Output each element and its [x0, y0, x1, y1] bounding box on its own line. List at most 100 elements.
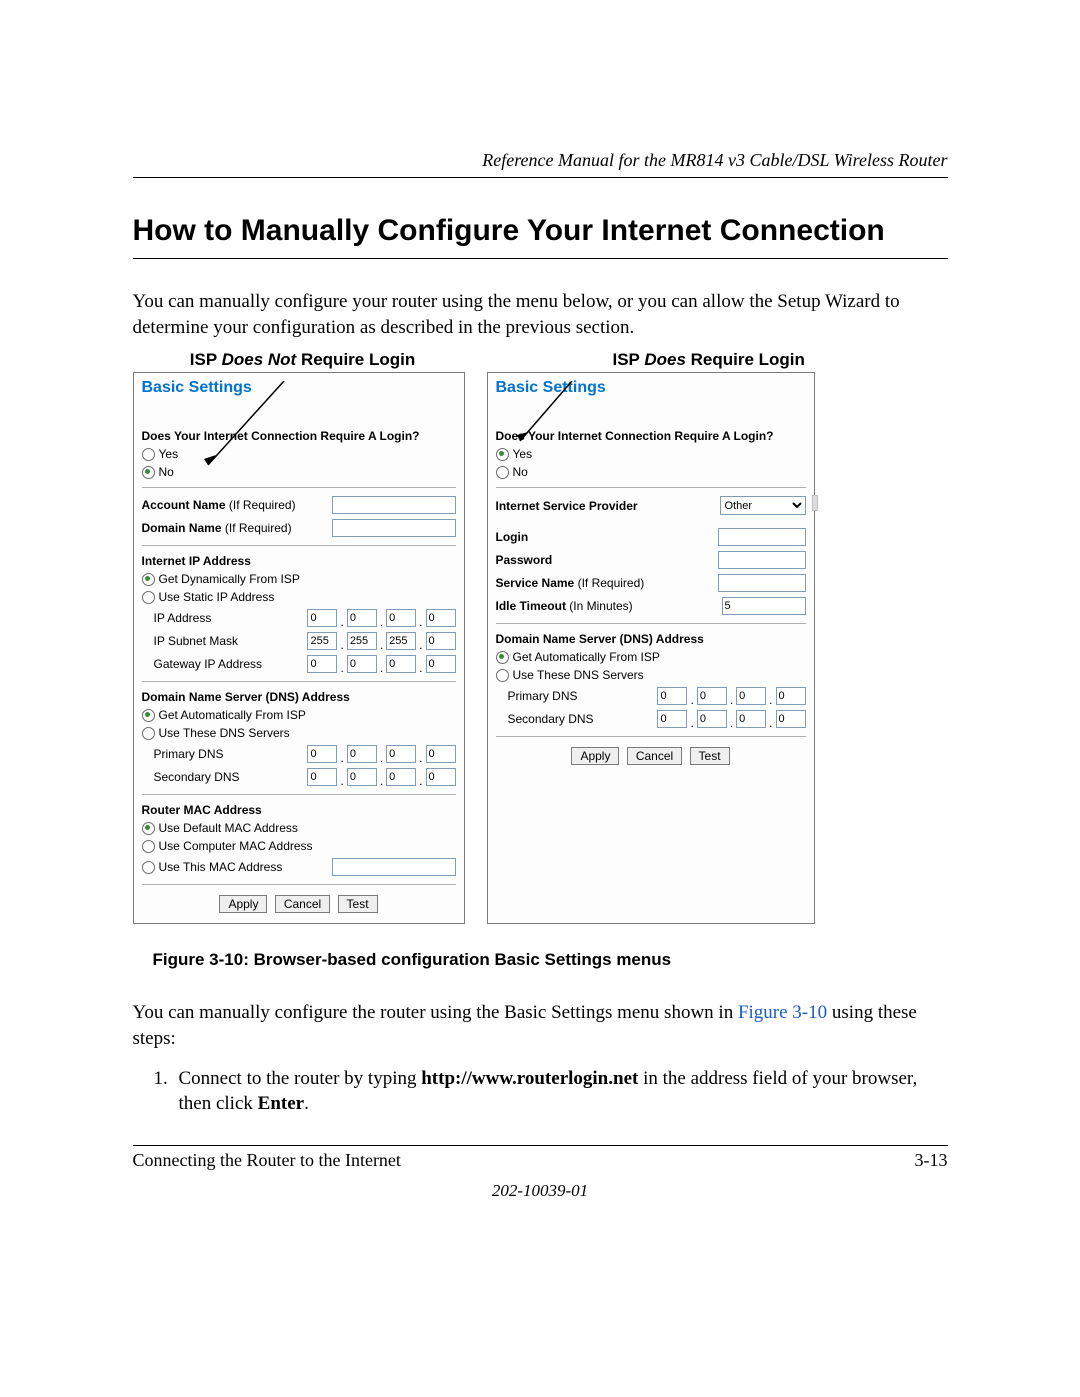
domain-name-row: Domain Name (If Required) — [142, 519, 456, 537]
footer-rule — [133, 1145, 948, 1146]
dns-octet[interactable] — [697, 710, 727, 728]
panel-title: Basic Settings — [142, 379, 456, 397]
dns-octet[interactable] — [426, 745, 456, 763]
callout-label-does-login: ISP Does Require Login — [473, 350, 948, 370]
dns-octet[interactable] — [386, 745, 416, 763]
radio-yes[interactable]: Yes — [142, 447, 456, 461]
after-figure-paragraph: You can manually configure the router us… — [133, 1000, 948, 1051]
dns-octet[interactable] — [307, 745, 337, 763]
ip-address-row: IP Address . . . — [142, 609, 456, 627]
radio-icon — [142, 727, 155, 740]
dns-octet[interactable] — [347, 745, 377, 763]
radio-icon — [496, 448, 509, 461]
dns-octet[interactable] — [776, 687, 806, 705]
intro-paragraph: You can manually configure your router u… — [133, 289, 948, 340]
dns-octet[interactable] — [697, 687, 727, 705]
mac-section-head: Router MAC Address — [142, 803, 456, 817]
radio-mac-computer[interactable]: Use Computer MAC Address — [142, 839, 456, 853]
steps-list: Connect to the router by typing http://w… — [133, 1066, 948, 1117]
isp-select[interactable]: Other — [720, 496, 806, 515]
radio-get-dynamically[interactable]: Get Dynamically From ISP — [142, 572, 456, 586]
primary-dns-row: Primary DNS . . . — [142, 745, 456, 763]
radio-dns-these[interactable]: Use These DNS Servers — [142, 726, 456, 740]
radio-icon — [142, 840, 155, 853]
ip-octet[interactable] — [386, 609, 416, 627]
radio-dns-these[interactable]: Use These DNS Servers — [496, 668, 806, 682]
service-name-row: Service Name (If Required) — [496, 574, 806, 592]
mask-octet[interactable] — [307, 632, 337, 650]
login-question: Does Your Internet Connection Require A … — [142, 429, 456, 443]
radio-icon — [496, 651, 509, 664]
radio-dns-auto[interactable]: Get Automatically From ISP — [142, 708, 456, 722]
ip-section-head: Internet IP Address — [142, 554, 456, 568]
footer-page: 3-13 — [915, 1150, 948, 1171]
figure-panels: Basic Settings Does Your Internet Connec… — [133, 372, 948, 924]
cancel-button[interactable]: Cancel — [275, 895, 330, 913]
dns-section-head: Domain Name Server (DNS) Address — [142, 690, 456, 704]
mac-input[interactable] — [332, 858, 456, 876]
radio-icon — [142, 591, 155, 604]
test-button[interactable]: Test — [338, 895, 378, 913]
ip-octet[interactable] — [307, 609, 337, 627]
login-row: Login — [496, 528, 806, 546]
radio-icon — [142, 448, 155, 461]
radio-icon — [142, 709, 155, 722]
mask-octet[interactable] — [426, 632, 456, 650]
gateway-row: Gateway IP Address . . . — [142, 655, 456, 673]
subnet-row: IP Subnet Mask . . . — [142, 632, 456, 650]
account-name-row: Account Name (If Required) — [142, 496, 456, 514]
radio-no[interactable]: No — [496, 465, 806, 479]
radio-icon — [142, 822, 155, 835]
idle-timeout-row: Idle Timeout (In Minutes) — [496, 597, 806, 615]
dns-octet[interactable] — [776, 710, 806, 728]
dns-octet[interactable] — [736, 687, 766, 705]
dns-octet[interactable] — [307, 768, 337, 786]
ip-octet[interactable] — [347, 609, 377, 627]
apply-button[interactable]: Apply — [571, 747, 619, 765]
radio-mac-this[interactable]: Use This MAC Address — [142, 858, 456, 876]
button-row: Apply Cancel Test — [142, 895, 456, 913]
gw-octet[interactable] — [307, 655, 337, 673]
service-name-input[interactable] — [718, 574, 806, 592]
radio-icon — [496, 669, 509, 682]
gw-octet[interactable] — [386, 655, 416, 673]
running-header: Reference Manual for the MR814 v3 Cable/… — [133, 150, 948, 178]
ip-octet[interactable] — [426, 609, 456, 627]
primary-dns-row: Primary DNS . . . — [496, 687, 806, 705]
idle-timeout-input[interactable] — [722, 597, 806, 615]
account-name-input[interactable] — [332, 496, 456, 514]
figure-xref[interactable]: Figure 3-10 — [738, 1002, 827, 1023]
mask-octet[interactable] — [386, 632, 416, 650]
apply-button[interactable]: Apply — [219, 895, 267, 913]
radio-yes[interactable]: Yes — [496, 447, 806, 461]
isp-row: Internet Service Provider Other — [496, 496, 806, 515]
callout-label-no-login: ISP Does Not Require Login — [133, 350, 473, 370]
secondary-dns-row: Secondary DNS . . . — [142, 768, 456, 786]
domain-name-input[interactable] — [332, 519, 456, 537]
dns-octet[interactable] — [736, 710, 766, 728]
radio-mac-default[interactable]: Use Default MAC Address — [142, 821, 456, 835]
dns-octet[interactable] — [657, 710, 687, 728]
password-input[interactable] — [718, 551, 806, 569]
radio-use-static[interactable]: Use Static IP Address — [142, 590, 456, 604]
panel-does-login: Basic Settings Does Your Internet Connec… — [487, 372, 815, 924]
figure-caption: Figure 3-10: Browser-based configuration… — [153, 950, 948, 970]
test-button[interactable]: Test — [690, 747, 730, 765]
secondary-dns-row: Secondary DNS . . . — [496, 710, 806, 728]
gw-octet[interactable] — [426, 655, 456, 673]
dns-octet[interactable] — [347, 768, 377, 786]
radio-no[interactable]: No — [142, 465, 456, 479]
page: Reference Manual for the MR814 v3 Cable/… — [133, 0, 948, 1241]
radio-icon — [142, 573, 155, 586]
dns-octet[interactable] — [426, 768, 456, 786]
button-row: Apply Cancel Test — [496, 747, 806, 765]
mask-octet[interactable] — [347, 632, 377, 650]
gw-octet[interactable] — [347, 655, 377, 673]
login-question: Does Your Internet Connection Require A … — [496, 429, 806, 443]
cancel-button[interactable]: Cancel — [627, 747, 682, 765]
login-input[interactable] — [718, 528, 806, 546]
radio-icon — [142, 861, 155, 874]
dns-octet[interactable] — [386, 768, 416, 786]
dns-octet[interactable] — [657, 687, 687, 705]
radio-dns-auto[interactable]: Get Automatically From ISP — [496, 650, 806, 664]
